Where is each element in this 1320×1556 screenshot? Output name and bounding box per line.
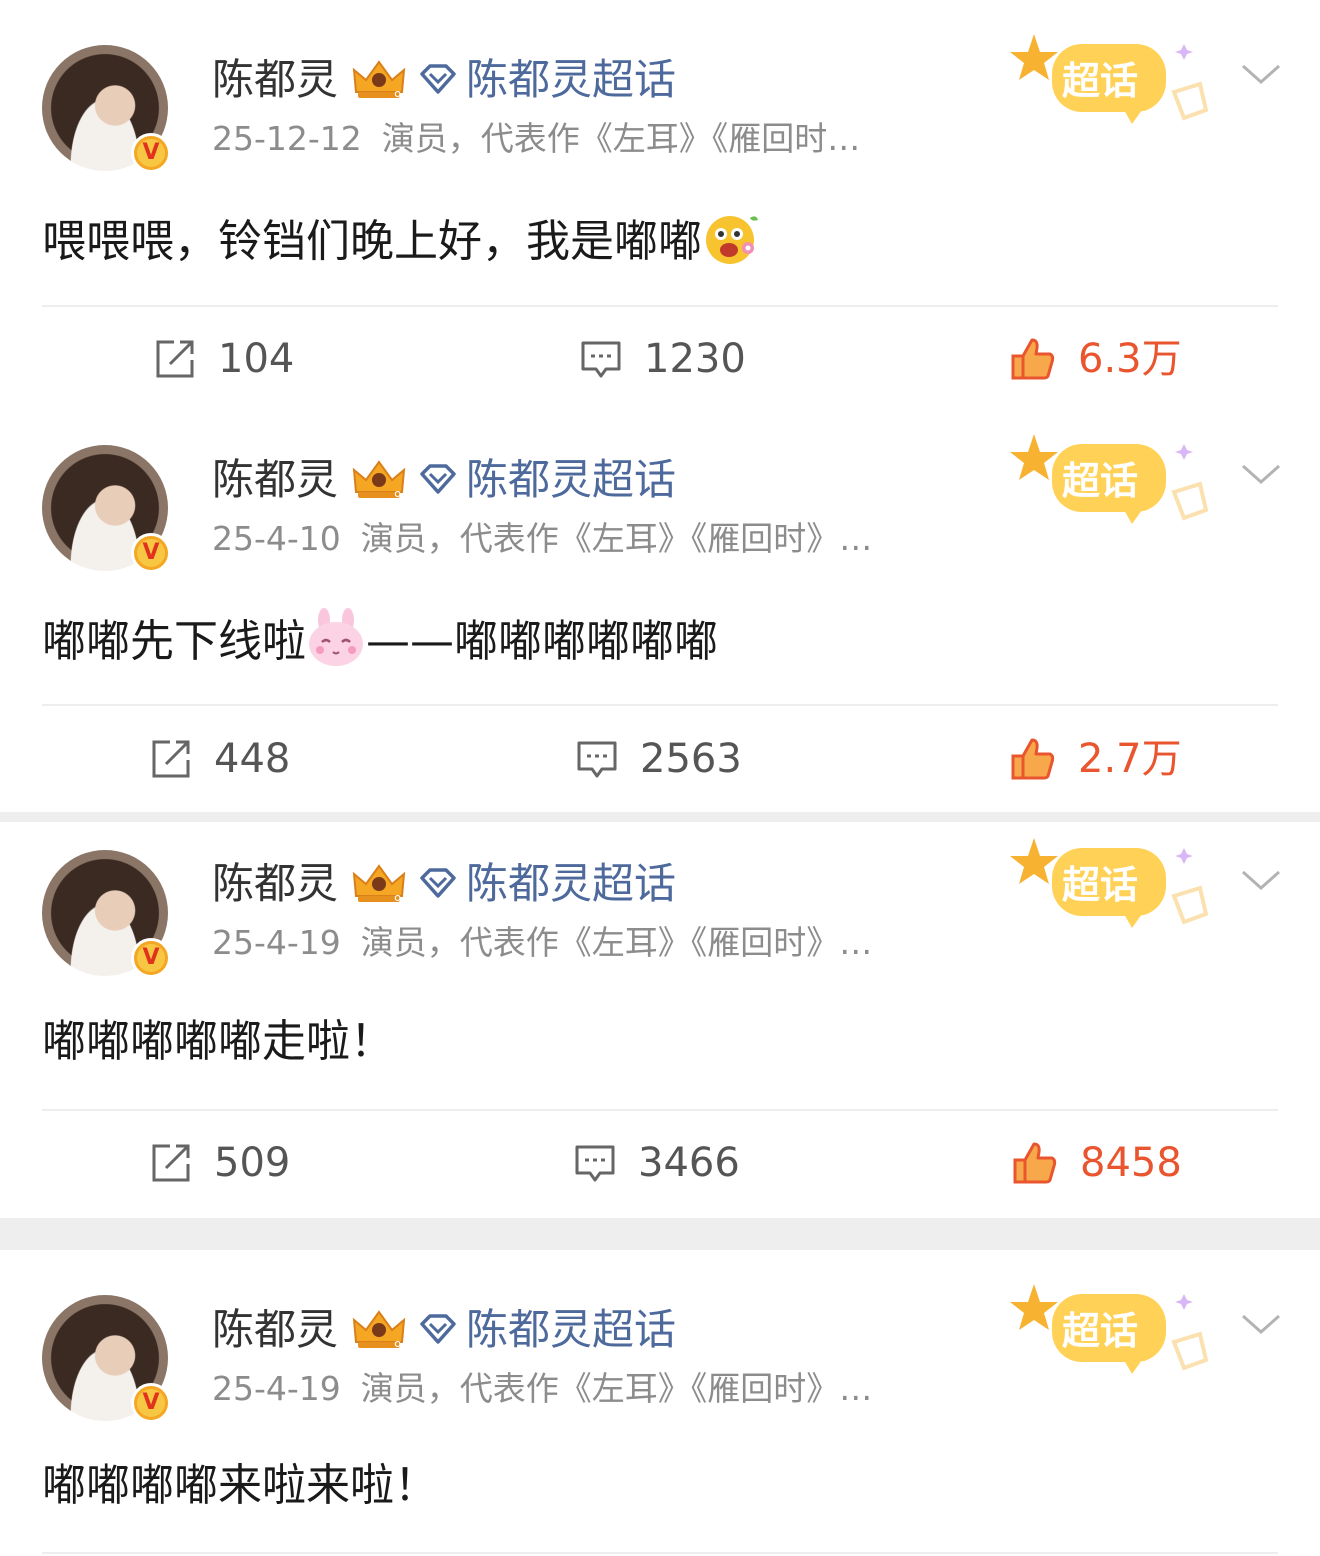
- chevron-down-icon[interactable]: [1240, 866, 1282, 894]
- post-text: 嘟嘟嘟嘟嘟走啦！: [42, 1012, 394, 1072]
- repost-button[interactable]: 509: [150, 1138, 290, 1188]
- laughing-flower-emoji-icon: [706, 216, 758, 264]
- author-name[interactable]: 陈都灵: [212, 856, 338, 912]
- like-button[interactable]: 8458: [1012, 1138, 1182, 1188]
- diamond-icon: [420, 464, 456, 494]
- post-meta: 25-4-19 演员，代表作《左耳》《雁回时》…: [212, 1366, 872, 1412]
- chevron-down-icon[interactable]: [1240, 60, 1282, 88]
- supertopic-link[interactable]: 陈都灵超话: [466, 856, 676, 912]
- verified-v-icon: V: [131, 938, 171, 978]
- post-text-main: 嘟嘟嘟嘟嘟走啦！: [42, 1016, 394, 1067]
- supertopic-link[interactable]: 陈都灵超话: [466, 452, 676, 508]
- divider: [42, 1552, 1278, 1554]
- author-bio: 演员，代表作《左耳》《雁回时…: [381, 119, 861, 158]
- post-date: 25-4-19: [212, 923, 341, 962]
- repost-icon: [152, 740, 190, 778]
- weibo-post[interactable]: V 陈都灵 9 陈都灵超话 25-4-19 演员，代表作《左耳》《雁回时》… 超话…: [0, 822, 1320, 1218]
- supertopic-badge-icon[interactable]: 超话: [1004, 834, 1210, 934]
- divider: [42, 704, 1278, 706]
- supertopic-badge-icon[interactable]: 超话: [1004, 430, 1210, 530]
- repost-button[interactable]: 448: [150, 734, 290, 784]
- svg-text:9: 9: [394, 89, 402, 102]
- comment-icon: [581, 341, 621, 378]
- author-name[interactable]: 陈都灵: [212, 52, 338, 108]
- pink-bunny-emoji-icon: [309, 608, 363, 666]
- like-button[interactable]: 2.7万: [1010, 734, 1182, 784]
- comment-button[interactable]: 1230: [580, 334, 746, 384]
- svg-text:9: 9: [394, 489, 402, 502]
- author-name[interactable]: 陈都灵: [212, 1302, 338, 1358]
- author-bio: 演员，代表作《左耳》《雁回时》…: [360, 1369, 873, 1408]
- crown-level-icon: 9: [352, 460, 406, 502]
- repost-count: 104: [218, 336, 295, 382]
- svg-text:超话: 超话: [1062, 459, 1138, 503]
- post-text-main: 嘟嘟先下线啦: [42, 616, 306, 667]
- svg-text:9: 9: [394, 1339, 402, 1352]
- post-text-tail: ——嘟嘟嘟嘟嘟嘟: [366, 616, 718, 667]
- post-text-main: 嘟嘟嘟嘟来啦来啦！: [42, 1460, 438, 1511]
- post-date: 25-4-19: [212, 1369, 341, 1408]
- crown-level-icon: 9: [352, 864, 406, 906]
- diamond-icon: [420, 64, 456, 94]
- like-count: 2.7万: [1078, 736, 1182, 782]
- chevron-down-icon[interactable]: [1240, 1310, 1282, 1338]
- post-meta: 25-4-10 演员，代表作《左耳》《雁回时》…: [212, 516, 872, 562]
- svg-text:超话: 超话: [1062, 59, 1138, 103]
- feed-separator: [0, 1218, 1320, 1250]
- comment-count: 2563: [640, 736, 742, 782]
- author-bio: 演员，代表作《左耳》《雁回时》…: [360, 923, 873, 962]
- crown-level-icon: 9: [352, 60, 406, 102]
- comment-icon: [577, 741, 617, 778]
- supertopic-link[interactable]: 陈都灵超话: [466, 52, 676, 108]
- supertopic-badge-icon[interactable]: 超话: [1004, 1280, 1210, 1380]
- post-text: 喂喂喂，铃铛们晚上好，我是嘟嘟: [42, 208, 762, 272]
- like-count: 8458: [1080, 1140, 1182, 1186]
- post-text-main: 喂喂喂，铃铛们晚上好，我是嘟嘟: [42, 216, 702, 267]
- post-meta: 25-12-12 演员，代表作《左耳》《雁回时…: [212, 116, 860, 162]
- post-text: 嘟嘟嘟嘟来啦来啦！: [42, 1456, 438, 1516]
- post-meta: 25-4-19 演员，代表作《左耳》《雁回时》…: [212, 920, 872, 966]
- comment-button[interactable]: 3466: [574, 1138, 740, 1188]
- repost-icon: [156, 340, 194, 378]
- verified-v-icon: V: [131, 533, 171, 573]
- comment-count: 1230: [644, 336, 746, 382]
- thumbs-up-icon: [1011, 338, 1055, 380]
- post-date: 25-12-12: [212, 119, 362, 158]
- diamond-icon: [420, 1314, 456, 1344]
- svg-text:超话: 超话: [1062, 863, 1138, 907]
- weibo-post[interactable]: V 陈都灵 9 陈都灵超话 25-4-10 演员，代表作《左耳》《雁回时》… 超话…: [0, 400, 1320, 812]
- svg-text:超话: 超话: [1062, 1309, 1138, 1353]
- crown-level-icon: 9: [352, 1310, 406, 1352]
- divider: [42, 305, 1278, 307]
- diamond-icon: [420, 868, 456, 898]
- supertopic-badge-icon[interactable]: 超话: [1004, 30, 1210, 130]
- comment-count: 3466: [638, 1140, 740, 1186]
- author-bio: 演员，代表作《左耳》《雁回时》…: [360, 519, 873, 558]
- weibo-post[interactable]: V 陈都灵 9 陈都灵超话 25-12-12 演员，代表作《左耳》《雁回时… 超话…: [0, 0, 1320, 412]
- weibo-post[interactable]: V 陈都灵 9 陈都灵超话 25-4-19 演员，代表作《左耳》《雁回时》… 超话…: [0, 1250, 1320, 1556]
- author-name[interactable]: 陈都灵: [212, 452, 338, 508]
- post-text: 嘟嘟先下线啦 ——嘟嘟嘟嘟嘟嘟: [42, 608, 718, 672]
- supertopic-link[interactable]: 陈都灵超话: [466, 1302, 676, 1358]
- repost-icon: [152, 1144, 190, 1182]
- feed-separator: [0, 812, 1320, 822]
- repost-button[interactable]: 104: [154, 334, 294, 384]
- divider: [42, 1109, 1278, 1111]
- thumbs-up-icon: [1013, 1142, 1057, 1184]
- like-button[interactable]: 6.3万: [1010, 334, 1182, 384]
- comment-button[interactable]: 2563: [576, 734, 742, 784]
- post-date: 25-4-10: [212, 519, 341, 558]
- thumbs-up-icon: [1011, 738, 1055, 780]
- comment-icon: [575, 1145, 615, 1182]
- verified-v-icon: V: [131, 1383, 171, 1423]
- repost-count: 448: [214, 736, 291, 782]
- svg-text:9: 9: [394, 893, 402, 906]
- chevron-down-icon[interactable]: [1240, 460, 1282, 488]
- verified-v-icon: V: [131, 133, 171, 173]
- repost-count: 509: [214, 1140, 291, 1186]
- like-count: 6.3万: [1078, 336, 1182, 382]
